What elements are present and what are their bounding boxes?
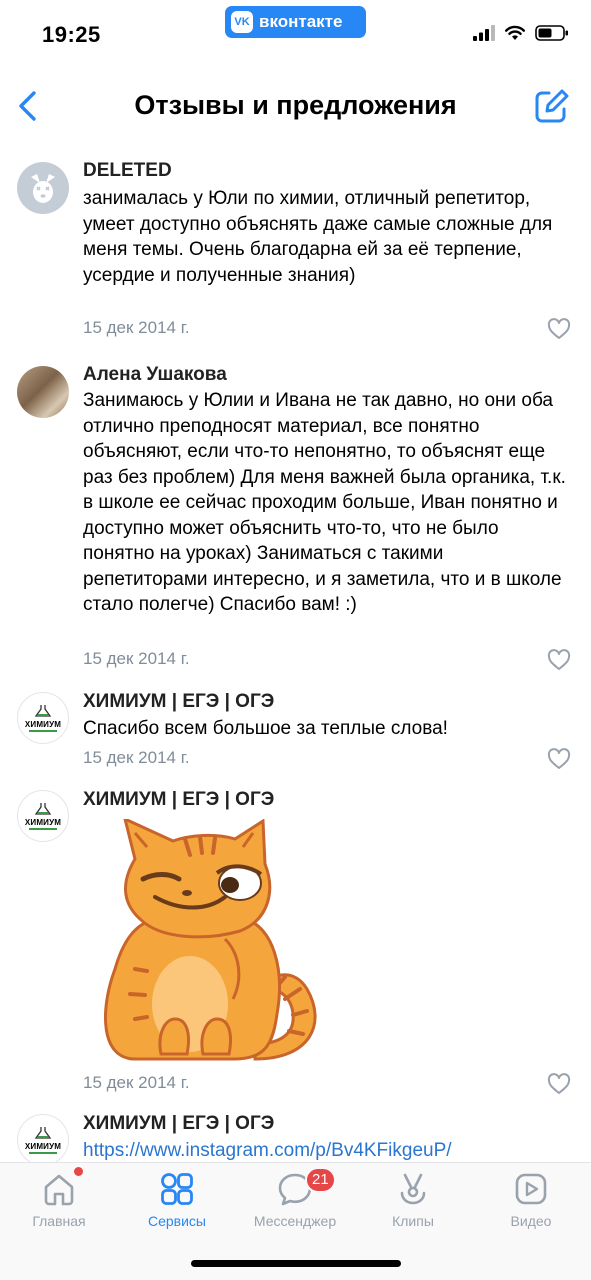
comment-text: Занимаюсь у Юлии и Ивана не так давно, н… xyxy=(83,390,566,615)
tab-label: Клипы xyxy=(392,1213,434,1229)
clips-icon xyxy=(400,1173,426,1205)
battery-icon xyxy=(535,25,568,41)
tab-video[interactable]: Видео xyxy=(472,1163,590,1243)
nav-bar: Отзывы и предложения xyxy=(0,70,591,150)
author-name[interactable]: ХИМИУМ | ЕГЭ | ОГЭ xyxy=(83,1113,274,1135)
status-time: 19:25 xyxy=(42,22,101,47)
unread-badge: 21 xyxy=(305,1167,336,1193)
group-avatar-label: ХИМИУМ xyxy=(24,720,62,729)
flask-icon xyxy=(34,1127,52,1139)
deleted-dog-icon xyxy=(31,174,55,203)
comment-date: 15 дек 2014 г. xyxy=(83,318,190,337)
avatar-underline xyxy=(29,730,57,732)
avatar-underline xyxy=(29,1152,57,1154)
vk-app-pill[interactable]: VK вконтакте xyxy=(225,6,366,38)
author-name[interactable]: ХИМИУМ | ЕГЭ | ОГЭ xyxy=(83,691,274,713)
comment-date: 15 дек 2014 г. xyxy=(83,1073,190,1092)
avatar[interactable] xyxy=(17,162,69,214)
like-heart-icon[interactable] xyxy=(547,649,571,671)
group-avatar[interactable]: ХИМИУМ xyxy=(17,790,69,842)
author-name[interactable]: DELETED xyxy=(83,160,172,182)
comment-text: занималась у Юли по химии, отличный репе… xyxy=(83,188,553,286)
tab-label: Видео xyxy=(510,1213,552,1229)
author-name[interactable]: ХИМИУМ | ЕГЭ | ОГЭ xyxy=(83,789,274,811)
tab-home[interactable]: Главная xyxy=(0,1163,118,1243)
tab-label: Сервисы xyxy=(147,1213,206,1229)
like-heart-icon[interactable] xyxy=(547,748,571,770)
avatar-underline xyxy=(29,828,57,830)
vk-pill-label: вконтакте xyxy=(259,12,343,31)
group-avatar[interactable]: ХИМИУМ xyxy=(17,1114,69,1162)
flask-icon xyxy=(34,705,52,717)
video-icon xyxy=(515,1173,547,1205)
cellular-signal-icon xyxy=(473,25,495,41)
status-bar: 19:25 VK вконтакте xyxy=(0,0,591,70)
tab-label: Главная xyxy=(32,1213,86,1229)
group-avatar-label: ХИМИУМ xyxy=(24,818,62,827)
edit-icon[interactable] xyxy=(533,86,569,124)
notification-dot xyxy=(74,1167,83,1176)
comment-text: Спасибо всем большое за теплые слова! xyxy=(83,718,448,739)
tab-label: Мессенджер xyxy=(253,1213,337,1229)
like-heart-icon[interactable] xyxy=(547,1073,571,1095)
vk-logo-icon: VK xyxy=(231,11,253,33)
flask-icon xyxy=(34,803,52,815)
home-indicator xyxy=(191,1260,401,1267)
avatar[interactable] xyxy=(17,366,69,418)
comments-feed[interactable]: DELETED занималась у Юли по химии, отлич… xyxy=(0,150,591,1162)
group-avatar[interactable]: ХИМИУМ xyxy=(17,692,69,744)
wifi-icon xyxy=(505,25,525,40)
status-icons xyxy=(473,25,569,41)
group-avatar-label: ХИМИУМ xyxy=(24,1142,62,1151)
tab-services[interactable]: Сервисы xyxy=(118,1163,236,1243)
page-title: Отзывы и предложения xyxy=(134,90,457,120)
comment-link[interactable]: https://www.instagram.com/p/Bv4KFikgeuP/ xyxy=(83,1138,573,1162)
author-name[interactable]: Алена Ушакова xyxy=(83,364,227,386)
comment-date: 15 дек 2014 г. xyxy=(83,748,190,767)
services-grid-icon xyxy=(161,1173,193,1205)
smirking-cat-sticker[interactable] xyxy=(95,819,325,1069)
home-icon xyxy=(44,1174,74,1206)
tab-messenger[interactable]: Мессенджер xyxy=(236,1163,354,1243)
comment-date: 15 дек 2014 г. xyxy=(83,649,190,668)
tab-clips[interactable]: Клипы xyxy=(354,1163,472,1243)
like-heart-icon[interactable] xyxy=(547,318,571,340)
